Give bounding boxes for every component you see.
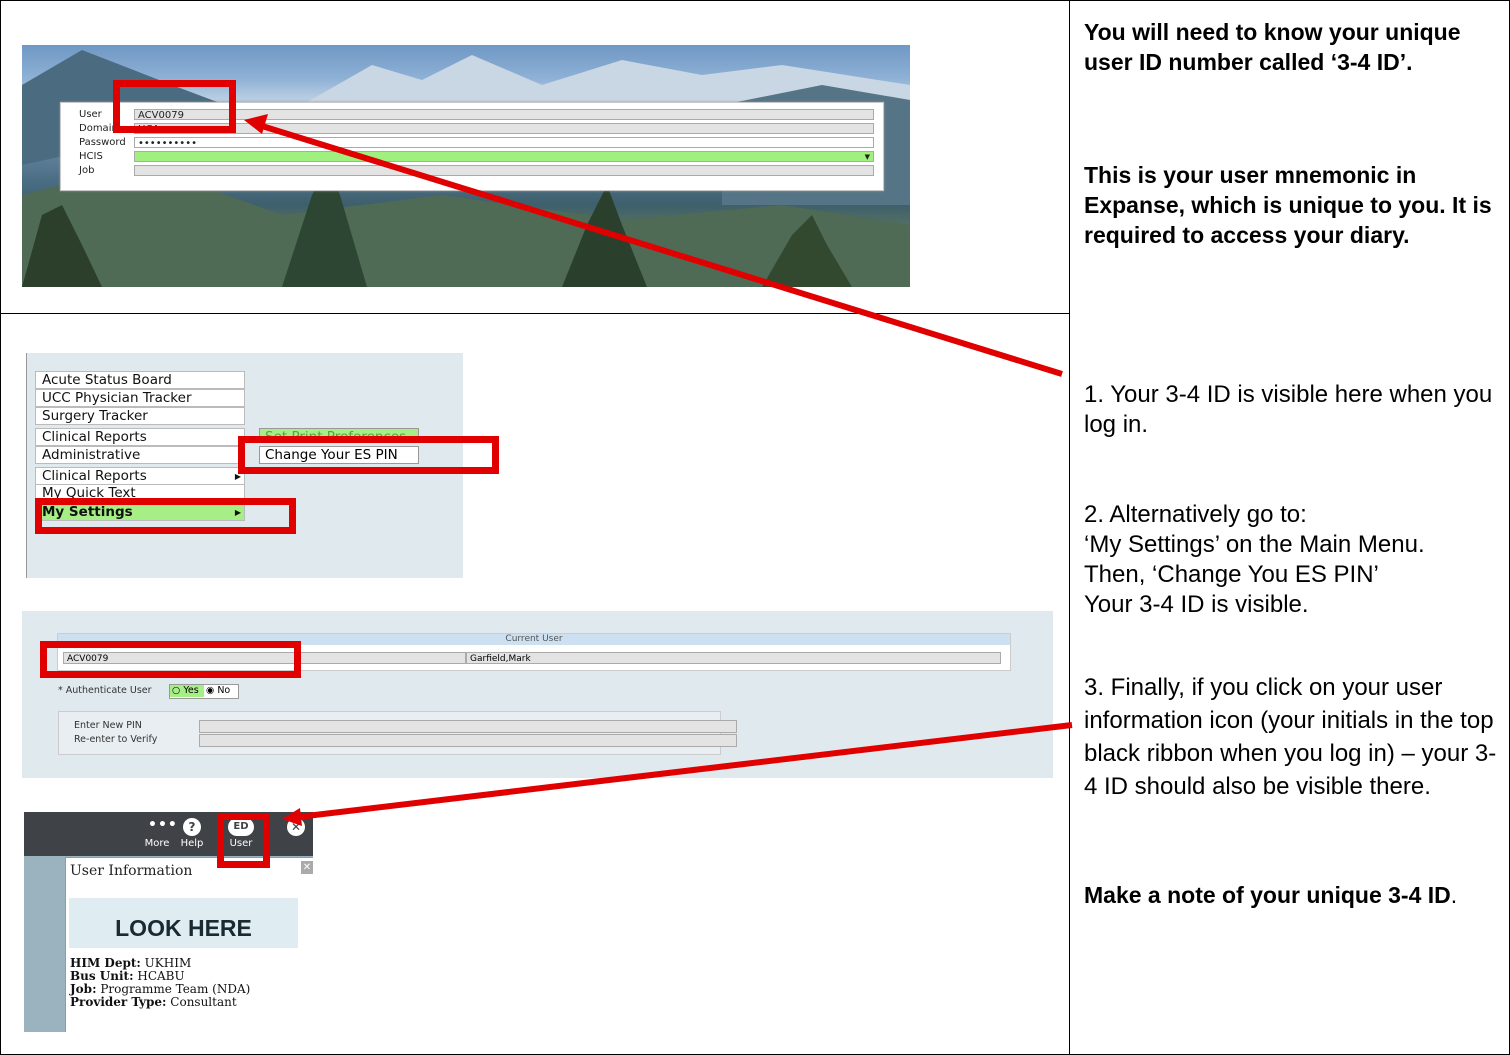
step1-text: 1. Your 3-4 ID is visible here when you …	[1084, 381, 1493, 438]
intro-text: You will need to know your unique user I…	[1084, 19, 1461, 75]
step2-line1: 2. Alternatively go to:	[1084, 501, 1307, 528]
arrowhead	[282, 808, 302, 826]
instruction-note: Make a note of your unique 3-4 ID.	[1084, 880, 1509, 910]
arrow-to-ribbon	[297, 722, 1073, 820]
step3-text: 3. Finally, if you click on your user in…	[1084, 674, 1497, 800]
step2-line4: Your 3-4 ID is visible.	[1084, 591, 1309, 618]
note-text: Make a note of your unique 3-4 ID	[1084, 882, 1451, 908]
mnemonic-text: This is your user mnemonic in Expanse, w…	[1084, 162, 1492, 248]
arrowhead	[244, 114, 268, 134]
instruction-intro: You will need to know your unique user I…	[1084, 17, 1509, 77]
instruction-mnemonic: This is your user mnemonic in Expanse, w…	[1084, 160, 1509, 250]
note-end: .	[1450, 882, 1458, 908]
instruction-step1: 1. Your 3-4 ID is visible here when you …	[1084, 380, 1509, 440]
step2-line2: ‘My Settings’ on the Main Menu.	[1084, 531, 1425, 558]
arrow-to-login	[261, 123, 1063, 377]
instruction-step3: 3. Finally, if you click on your user in…	[1084, 671, 1509, 803]
instruction-step2: 2. Alternatively go to: ‘My Settings’ on…	[1084, 500, 1509, 620]
step2-line3: Then, ‘Change You ES PIN’	[1084, 561, 1379, 588]
